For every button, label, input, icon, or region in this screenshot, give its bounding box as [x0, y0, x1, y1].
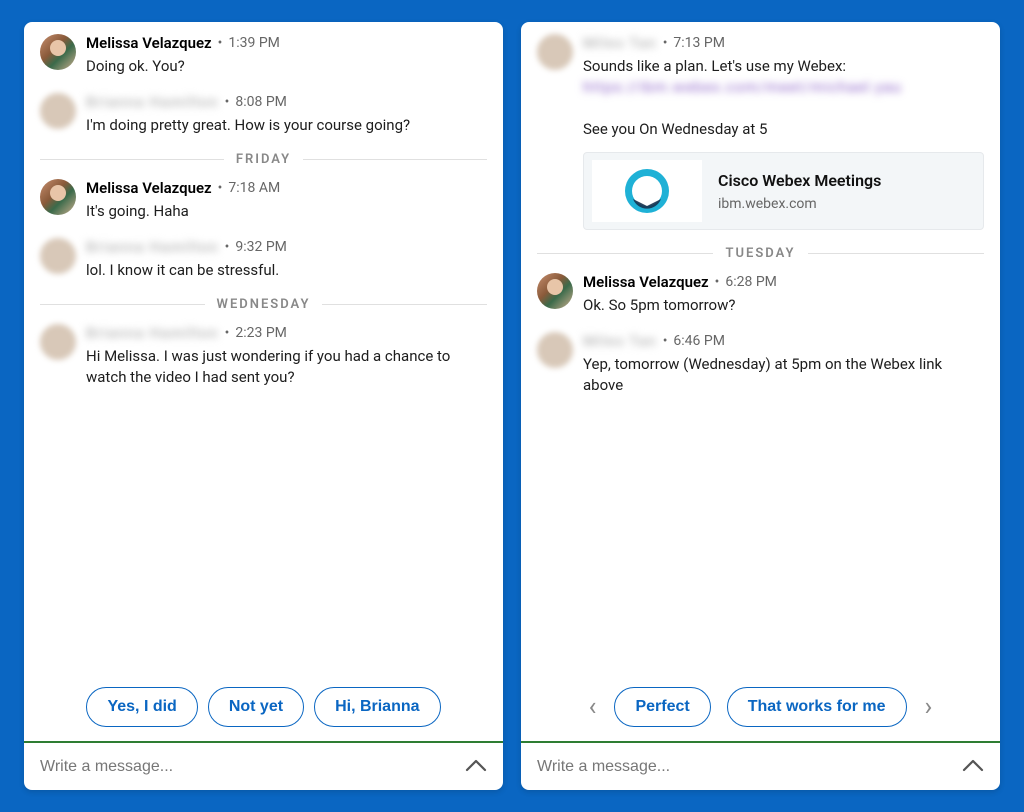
day-separator: FRIDAY — [40, 152, 487, 167]
suggested-replies: Yes, I did Not yet Hi, Brianna — [24, 675, 503, 741]
message: Melissa Velazquez • 1:39 PM Doing ok. Yo… — [40, 34, 487, 77]
avatar[interactable] — [40, 238, 76, 274]
avatar[interactable] — [40, 34, 76, 70]
separator-dot: • — [663, 333, 668, 350]
chat-panel-left: Melissa Velazquez • 1:39 PM Doing ok. Yo… — [24, 22, 503, 790]
avatar[interactable] — [537, 34, 573, 70]
suggestion-chip[interactable]: That works for me — [727, 687, 907, 727]
day-label: TUESDAY — [725, 246, 795, 261]
webex-icon — [592, 160, 702, 222]
message-text: lol. I know it can be stressful. — [86, 260, 487, 281]
separator-dot: • — [218, 180, 223, 197]
link-blurred[interactable]: https://ibm.webex.com/meet/michael.yau — [583, 77, 902, 98]
sender-name[interactable]: Brianna Hamilton — [86, 93, 219, 111]
separator-dot: • — [218, 35, 223, 52]
separator-dot: • — [225, 325, 230, 342]
avatar[interactable] — [40, 324, 76, 360]
separator-dot: • — [225, 239, 230, 256]
message-text: Hi Melissa. I was just wondering if you … — [86, 346, 487, 388]
sender-name[interactable]: Miles Tan — [583, 34, 657, 52]
message-thread: Miles Tan • 7:13 PM Sounds like a plan. … — [521, 22, 1000, 675]
chevron-up-icon[interactable] — [962, 757, 984, 776]
avatar[interactable] — [40, 93, 76, 129]
timestamp: 2:23 PM — [235, 325, 287, 342]
separator-dot: • — [225, 94, 230, 111]
message-line: Sounds like a plan. Let's use my Webex: — [583, 57, 846, 75]
message-text: Yep, tomorrow (Wednesday) at 5pm on the … — [583, 354, 984, 396]
compose-input[interactable] — [40, 758, 453, 776]
compose-bar — [521, 741, 1000, 790]
message: Melissa Velazquez • 7:18 AM It's going. … — [40, 179, 487, 222]
separator-dot: • — [663, 35, 668, 52]
message: Miles Tan • 6:46 PM Yep, tomorrow (Wedne… — [537, 332, 984, 396]
timestamp: 6:28 PM — [725, 274, 777, 291]
chevron-right-icon[interactable]: › — [923, 692, 935, 722]
suggestion-chip[interactable]: Hi, Brianna — [314, 687, 440, 727]
day-separator: WEDNESDAY — [40, 297, 487, 312]
link-preview-card[interactable]: Cisco Webex Meetings ibm.webex.com — [583, 152, 984, 230]
chat-panel-right: Miles Tan • 7:13 PM Sounds like a plan. … — [521, 22, 1000, 790]
sender-name[interactable]: Brianna Hamilton — [86, 238, 219, 256]
message-text: It's going. Haha — [86, 201, 487, 222]
suggested-replies: ‹ Perfect That works for me › — [521, 675, 1000, 741]
message-thread: Melissa Velazquez • 1:39 PM Doing ok. Yo… — [24, 22, 503, 675]
message-text: I'm doing pretty great. How is your cour… — [86, 115, 487, 136]
message: Miles Tan • 7:13 PM Sounds like a plan. … — [537, 34, 984, 230]
message-line: See you On Wednesday at 5 — [583, 120, 767, 138]
sender-name[interactable]: Melissa Velazquez — [583, 273, 709, 291]
sender-name[interactable]: Melissa Velazquez — [86, 179, 212, 197]
sender-name[interactable]: Brianna Hamilton — [86, 324, 219, 342]
timestamp: 8:08 PM — [235, 94, 287, 111]
timestamp: 7:18 AM — [228, 180, 280, 197]
message: Brianna Hamilton • 9:32 PM lol. I know i… — [40, 238, 487, 281]
suggestion-chip[interactable]: Yes, I did — [86, 687, 197, 727]
link-domain: ibm.webex.com — [718, 196, 971, 212]
compose-bar — [24, 741, 503, 790]
timestamp: 1:39 PM — [228, 35, 280, 52]
avatar[interactable] — [537, 273, 573, 309]
day-separator: TUESDAY — [537, 246, 984, 261]
chevron-up-icon[interactable] — [465, 757, 487, 776]
avatar[interactable] — [40, 179, 76, 215]
suggestion-chip[interactable]: Not yet — [208, 687, 304, 727]
day-label: WEDNESDAY — [217, 297, 311, 312]
message: Brianna Hamilton • 8:08 PM I'm doing pre… — [40, 93, 487, 136]
separator-dot: • — [715, 274, 720, 291]
message-text: Doing ok. You? — [86, 56, 487, 77]
compose-input[interactable] — [537, 758, 950, 776]
suggestion-chip[interactable]: Perfect — [614, 687, 710, 727]
day-label: FRIDAY — [236, 152, 291, 167]
message-text: Ok. So 5pm tomorrow? — [583, 295, 984, 316]
chevron-left-icon[interactable]: ‹ — [587, 692, 599, 722]
avatar[interactable] — [537, 332, 573, 368]
sender-name[interactable]: Miles Tan — [583, 332, 657, 350]
sender-name[interactable]: Melissa Velazquez — [86, 34, 212, 52]
message-text: Sounds like a plan. Let's use my Webex: … — [583, 56, 984, 140]
message: Melissa Velazquez • 6:28 PM Ok. So 5pm t… — [537, 273, 984, 316]
timestamp: 6:46 PM — [673, 333, 725, 350]
timestamp: 9:32 PM — [235, 239, 287, 256]
link-title: Cisco Webex Meetings — [718, 171, 971, 190]
timestamp: 7:13 PM — [673, 35, 725, 52]
message: Brianna Hamilton • 2:23 PM Hi Melissa. I… — [40, 324, 487, 388]
